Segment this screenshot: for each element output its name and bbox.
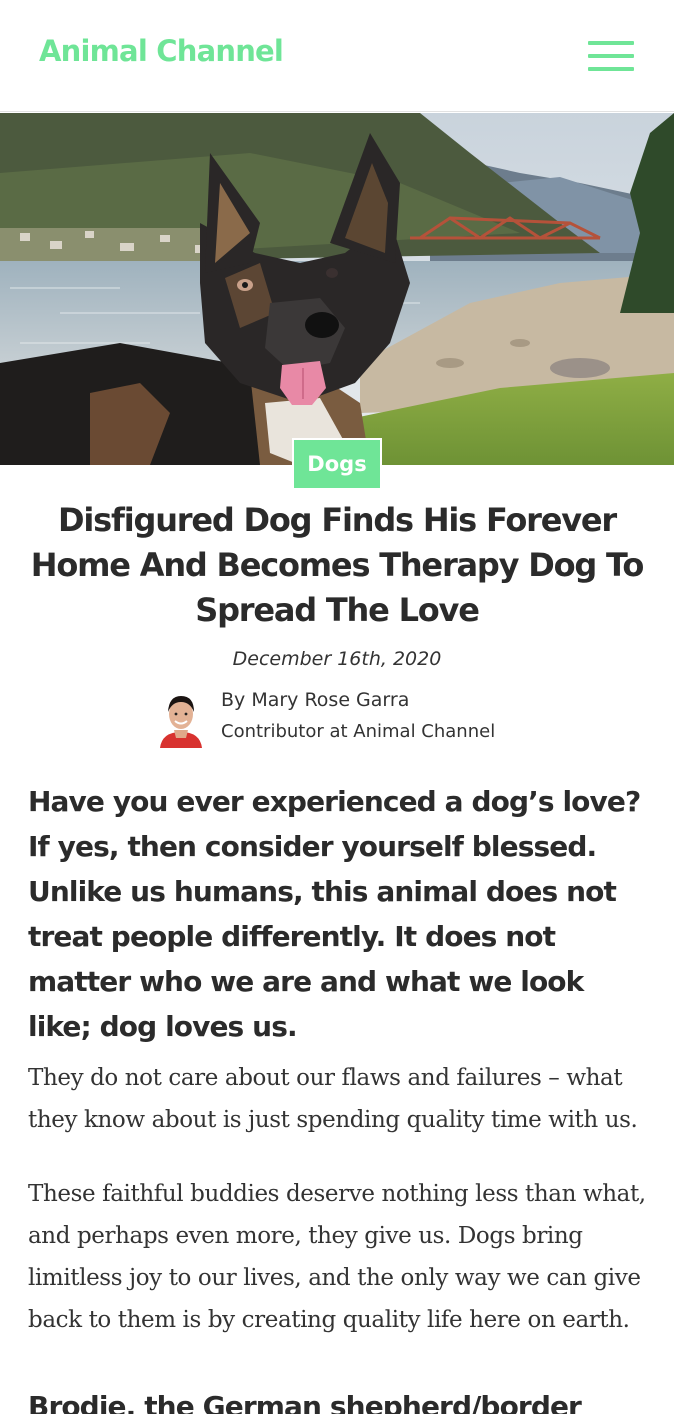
dog-photo [0, 113, 674, 465]
article-paragraph: These faithful buddies deserve nothing l… [28, 1181, 646, 1333]
site-logo[interactable]: Animal Channel [39, 34, 284, 68]
menu-bar [588, 54, 634, 58]
menu-bar [588, 41, 634, 45]
author-name[interactable]: By Mary Rose Garra [221, 689, 409, 711]
hamburger-menu-icon[interactable] [586, 40, 636, 72]
article-subheading: Brodie, the German shepherd/border [28, 1390, 582, 1414]
article-title: Disfigured Dog Finds His Forever Home An… [30, 501, 645, 629]
hero-image [0, 113, 674, 465]
author-role: Contributor at Animal Channel [221, 721, 496, 742]
category-badge[interactable]: Dogs [292, 438, 382, 490]
site-header: Animal Channel [0, 0, 674, 112]
article-date: December 16th, 2020 [232, 648, 442, 670]
menu-bar [588, 67, 634, 71]
author-avatar [160, 696, 202, 748]
article-lead: Have you ever experienced a dog’s love? … [28, 785, 641, 1043]
author-block: By Mary Rose Garra Contributor at Animal… [156, 686, 556, 750]
article-paragraph: They do not care about our flaws and fai… [28, 1065, 638, 1133]
